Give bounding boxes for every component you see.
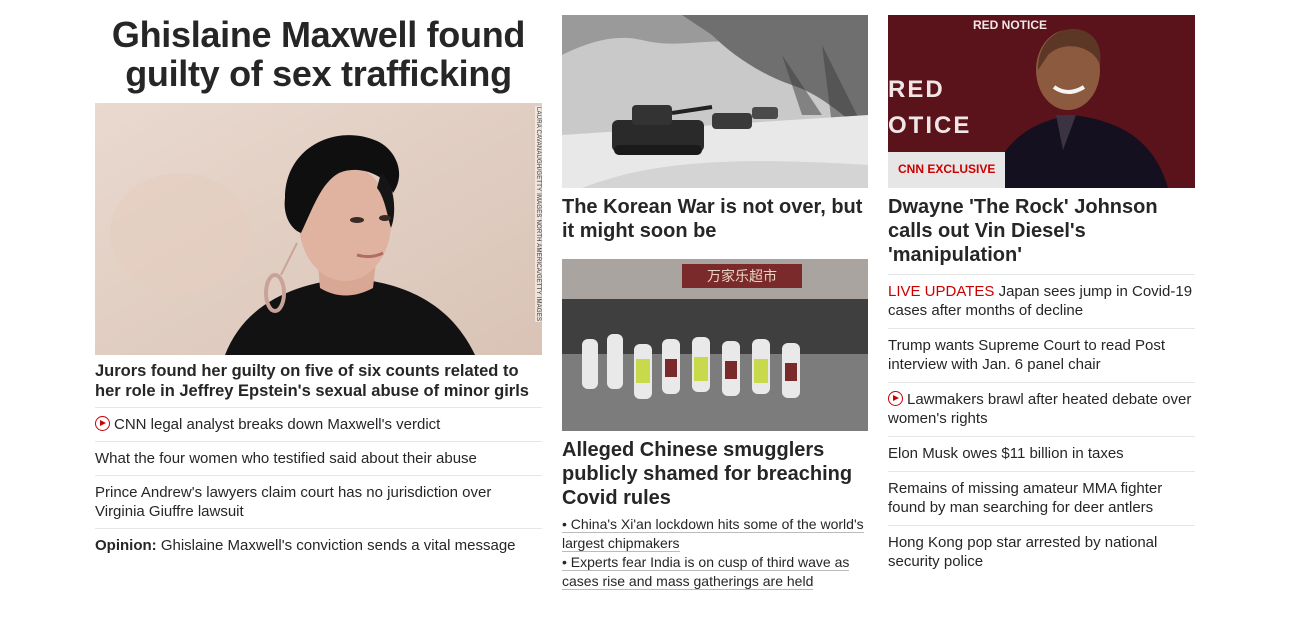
list-item[interactable]: What the four women who testified said a… — [95, 441, 542, 475]
maxwell-photo — [95, 103, 542, 355]
rock-headline[interactable]: Dwayne 'The Rock' Johnson calls out Vin … — [888, 195, 1195, 267]
right-column: RED NOTICE RED OTICE CNN EXCLUSIVE Dwayn… — [888, 15, 1195, 579]
rock-image[interactable]: RED NOTICE RED OTICE CNN EXCLUSIVE — [888, 15, 1195, 188]
video-play-icon — [888, 391, 903, 406]
crowd-photo: 万家乐超市 — [562, 259, 868, 431]
photo-credit: LAURA CAVANAUGH/GETTY IMAGES NORTH AMERI… — [535, 106, 541, 323]
china-headline[interactable]: Alleged Chinese smugglers publicly shame… — [562, 438, 868, 510]
korean-war-image[interactable] — [562, 15, 868, 188]
story-link[interactable]: Remains of missing amateur MMA fighter f… — [888, 480, 1162, 516]
story-link[interactable]: Trump wants Supreme Court to read Post i… — [888, 337, 1165, 373]
list-item[interactable]: Opinion: Ghislaine Maxwell's conviction … — [95, 528, 542, 562]
middle-column: The Korean War is not over, but it might… — [562, 15, 868, 591]
list-item[interactable]: • Experts fear India is on cusp of third… — [562, 553, 868, 591]
lead-story-image[interactable]: LAURA CAVANAUGH/GETTY IMAGES NORTH AMERI… — [95, 103, 542, 355]
backdrop-text: RED — [888, 76, 945, 103]
korean-war-headline[interactable]: The Korean War is not over, but it might… — [562, 195, 868, 243]
list-item[interactable]: • China's Xi'an lockdown hits some of th… — [562, 515, 868, 553]
lead-related-list: CNN legal analyst breaks down Maxwell's … — [95, 407, 542, 562]
backdrop-text: RED NOTICE — [973, 18, 1047, 32]
list-item[interactable]: Prince Andrew's lawyers claim court has … — [95, 475, 542, 528]
lead-subheadline[interactable]: Jurors found her guilty on five of six c… — [95, 361, 542, 401]
story-link[interactable]: Prince Andrew's lawyers claim court has … — [95, 484, 491, 520]
story-link[interactable]: Ghislaine Maxwell's conviction sends a v… — [161, 537, 516, 554]
story-link[interactable]: What the four women who testified said a… — [95, 450, 477, 467]
list-item[interactable]: Remains of missing amateur MMA fighter f… — [888, 471, 1195, 525]
story-link[interactable]: • China's Xi'an lockdown hits some of th… — [562, 516, 864, 552]
list-item[interactable]: Trump wants Supreme Court to read Post i… — [888, 328, 1195, 382]
lead-story-column: Ghislaine Maxwell found guilty of sex tr… — [95, 15, 542, 562]
story-link[interactable]: Lawmakers brawl after heated debate over… — [888, 391, 1191, 427]
list-item[interactable]: Elon Musk owes $11 billion in taxes — [888, 436, 1195, 471]
opinion-label: Opinion: — [95, 537, 157, 554]
right-story-list: LIVE UPDATES Japan sees jump in Covid-19… — [888, 274, 1195, 579]
list-item[interactable]: CNN legal analyst breaks down Maxwell's … — [95, 408, 542, 441]
story-link[interactable]: Elon Musk owes $11 billion in taxes — [888, 445, 1124, 462]
backdrop-text: OTICE — [888, 112, 971, 139]
tank-photo — [562, 15, 868, 188]
china-related-bullets: • China's Xi'an lockdown hits some of th… — [562, 515, 868, 591]
story-link[interactable]: • Experts fear India is on cusp of third… — [562, 554, 850, 590]
cnn-exclusive-badge: CNN EXCLUSIVE — [888, 152, 1006, 188]
shop-sign: 万家乐超市 — [707, 268, 777, 285]
story-link[interactable]: CNN legal analyst breaks down Maxwell's … — [114, 416, 440, 433]
video-play-icon — [95, 416, 110, 431]
live-updates-label: LIVE UPDATES — [888, 283, 995, 300]
lead-headline[interactable]: Ghislaine Maxwell found guilty of sex tr… — [95, 15, 542, 103]
list-item[interactable]: Hong Kong pop star arrested by national … — [888, 525, 1195, 579]
china-shaming-image[interactable]: 万家乐超市 — [562, 259, 868, 431]
story-link[interactable]: Hong Kong pop star arrested by national … — [888, 534, 1157, 570]
list-item[interactable]: Lawmakers brawl after heated debate over… — [888, 382, 1195, 436]
list-item[interactable]: LIVE UPDATES Japan sees jump in Covid-19… — [888, 275, 1195, 328]
